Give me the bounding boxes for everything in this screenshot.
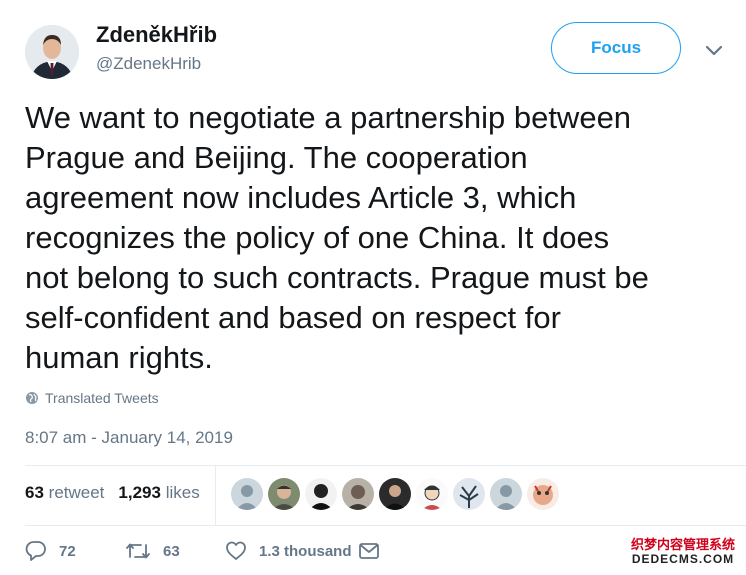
chevron-down-icon[interactable] <box>704 44 724 58</box>
liker-avatars <box>231 478 559 510</box>
retweet-stat-count: 63 <box>25 483 44 502</box>
divider-top <box>25 465 746 466</box>
tweet-stats: 63 retweet 1,293 likes <box>25 483 200 503</box>
like-stat-count: 1,293 <box>118 483 161 502</box>
reply-icon <box>25 541 46 561</box>
liker-avatar[interactable] <box>231 478 263 510</box>
like-button[interactable]: 1.3 thousand <box>225 540 352 562</box>
tweet-actions: 72 63 1.3 thousand <box>25 540 392 562</box>
retweet-button[interactable]: 63 <box>125 540 225 562</box>
watermark-line2: DEDECMS.COM <box>631 552 735 566</box>
liker-avatar[interactable] <box>453 478 485 510</box>
globe-icon <box>26 392 38 404</box>
liker-avatar[interactable] <box>416 478 448 510</box>
translated-tweets-label: Translated Tweets <box>45 390 159 406</box>
liker-avatar[interactable] <box>490 478 522 510</box>
translated-tweets-link[interactable]: Translated Tweets <box>25 390 159 406</box>
like-stat[interactable]: 1,293 likes <box>118 483 199 503</box>
liker-avatar[interactable] <box>268 478 300 510</box>
focus-button[interactable]: Focus <box>551 22 681 74</box>
retweet-stat-label: retweet <box>48 483 105 502</box>
liker-avatar[interactable] <box>305 478 337 510</box>
author-handle[interactable]: @ZdenekHrib <box>96 54 201 74</box>
liker-avatar[interactable] <box>527 478 559 510</box>
stats-divider <box>215 465 216 525</box>
like-stat-label: likes <box>165 483 200 502</box>
watermark-line1: 织梦内容管理系统 <box>630 537 735 552</box>
retweet-icon <box>126 543 150 559</box>
author-avatar[interactable] <box>25 25 79 79</box>
divider-bottom <box>25 525 746 526</box>
envelope-icon <box>358 543 379 559</box>
heart-icon <box>226 541 246 560</box>
reply-count: 72 <box>59 542 76 560</box>
retweet-count: 63 <box>163 542 180 560</box>
tweet-timestamp[interactable]: 8:07 am - January 14, 2019 <box>25 428 233 448</box>
author-display-name[interactable]: ZdeněkHřib <box>96 22 217 48</box>
message-button[interactable] <box>358 541 392 561</box>
reply-button[interactable]: 72 <box>25 540 125 562</box>
watermark: 织梦内容管理系统 DEDECMS.COM <box>627 537 738 567</box>
tweet-text: We want to negotiate a partnership betwe… <box>25 100 649 375</box>
retweet-stat[interactable]: 63 retweet <box>25 483 104 503</box>
liker-avatar[interactable] <box>342 478 374 510</box>
liker-avatar[interactable] <box>379 478 411 510</box>
like-count: 1.3 thousand <box>259 542 352 560</box>
